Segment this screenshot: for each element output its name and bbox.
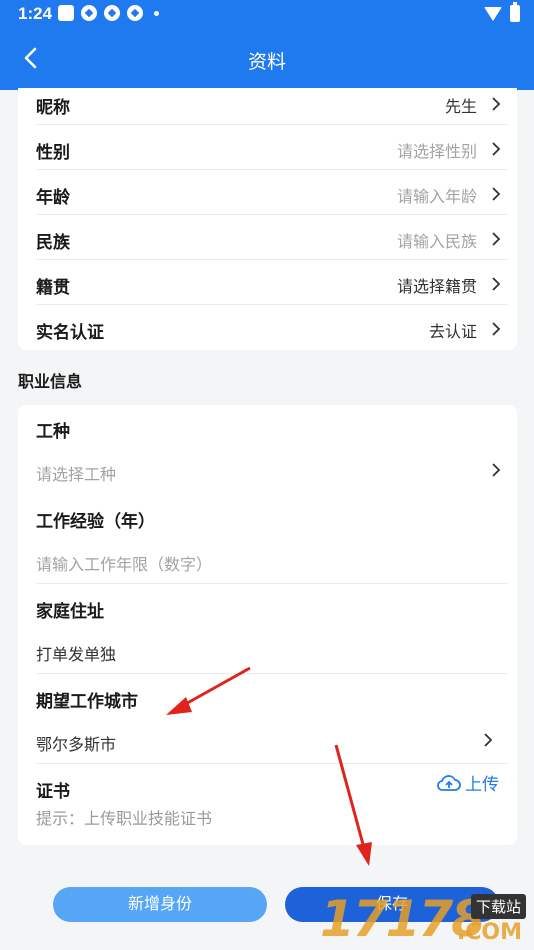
certificate-hint: 提示：上传职业技能证书 xyxy=(36,811,213,828)
cloud-upload-icon xyxy=(437,774,461,791)
expected-city-label: 期望工作城市 xyxy=(36,692,138,711)
work-type-label: 工种 xyxy=(36,422,70,441)
row-nickname[interactable]: 昵称 先生 xyxy=(18,81,517,126)
divider xyxy=(36,214,508,215)
gender-label: 性别 xyxy=(36,143,70,162)
notification-icons xyxy=(58,5,159,21)
system-icons xyxy=(484,2,520,22)
address-input[interactable]: 打单发单独 xyxy=(18,633,517,669)
wifi-icon xyxy=(484,6,502,21)
divider xyxy=(36,169,508,170)
divider xyxy=(36,304,508,305)
section-title-career: 职业信息 xyxy=(18,374,83,391)
battery-icon xyxy=(510,2,520,22)
hometown-value: 请选择籍贯 xyxy=(396,279,477,296)
row-real-name-verification[interactable]: 实名认证 去认证 xyxy=(18,306,517,351)
chevron-right-icon xyxy=(492,322,501,336)
age-label: 年龄 xyxy=(36,188,70,207)
row-age[interactable]: 年龄 请输入年龄 xyxy=(18,171,517,216)
divider xyxy=(36,673,508,674)
chevron-right-icon xyxy=(484,733,493,747)
status-time: 1:24 xyxy=(18,4,53,23)
divider xyxy=(36,259,508,260)
chevron-right-icon xyxy=(492,187,501,201)
upload-label: 上传 xyxy=(465,775,499,794)
verification-label: 实名认证 xyxy=(36,323,104,342)
notification-app-icon xyxy=(127,5,143,21)
notification-app-icon xyxy=(81,5,97,21)
verification-value: 去认证 xyxy=(428,324,477,341)
watermark-domain: .COM xyxy=(456,920,522,945)
status-bar: 1:24 xyxy=(0,0,534,30)
notification-app-icon xyxy=(104,5,120,21)
navigation-bar: 资料 xyxy=(0,30,534,88)
nickname-label: 昵称 xyxy=(36,98,70,117)
top-app-bar: 1:24 资料 xyxy=(0,0,534,90)
work-type-select[interactable]: 请选择工种 xyxy=(18,453,517,489)
basic-info-card: 昵称 先生 性别 请选择性别 年龄 请输入年龄 民族 请输入民族 籍贯 请选择籍… xyxy=(18,88,517,350)
ethnicity-value: 请输入民族 xyxy=(396,234,477,251)
work-type-placeholder: 请选择工种 xyxy=(36,467,117,484)
row-gender[interactable]: 性别 请选择性别 xyxy=(18,126,517,171)
divider xyxy=(36,124,508,125)
divider xyxy=(36,583,508,584)
chevron-right-icon xyxy=(492,142,501,156)
row-ethnicity[interactable]: 民族 请输入民族 xyxy=(18,216,517,261)
career-info-card: 工种 请选择工种 工作经验（年） 请输入工作年限（数字） 家庭住址 打单发单独 … xyxy=(18,405,517,845)
address-value: 打单发单独 xyxy=(36,647,117,664)
age-value: 请输入年龄 xyxy=(396,189,477,206)
upload-certificate-button[interactable]: 上传 xyxy=(437,770,499,795)
chevron-right-icon xyxy=(492,232,501,246)
chevron-right-icon xyxy=(492,97,501,111)
notification-square-icon xyxy=(58,5,74,21)
ethnicity-label: 民族 xyxy=(36,233,70,252)
experience-input[interactable]: 请输入工作年限（数字） xyxy=(18,543,517,579)
nickname-value: 先生 xyxy=(444,99,477,116)
add-identity-button[interactable]: 新增身份 xyxy=(53,887,267,922)
more-notifications-dot-icon xyxy=(154,10,159,16)
expected-city-value: 鄂尔多斯市 xyxy=(36,737,117,754)
save-button[interactable]: 保存 xyxy=(285,887,499,922)
certificate-label: 证书 xyxy=(36,782,70,801)
divider xyxy=(36,763,508,764)
expected-city-select[interactable]: 鄂尔多斯市 xyxy=(18,723,517,759)
chevron-right-icon xyxy=(492,277,501,291)
address-label: 家庭住址 xyxy=(36,602,104,621)
hometown-label: 籍贯 xyxy=(36,278,70,297)
page-title: 资料 xyxy=(247,52,286,73)
experience-label: 工作经验（年） xyxy=(36,512,155,531)
chevron-right-icon xyxy=(492,463,501,477)
experience-placeholder: 请输入工作年限（数字） xyxy=(36,557,213,574)
gender-value: 请选择性别 xyxy=(396,144,477,161)
row-hometown[interactable]: 籍贯 请选择籍贯 xyxy=(18,261,517,306)
